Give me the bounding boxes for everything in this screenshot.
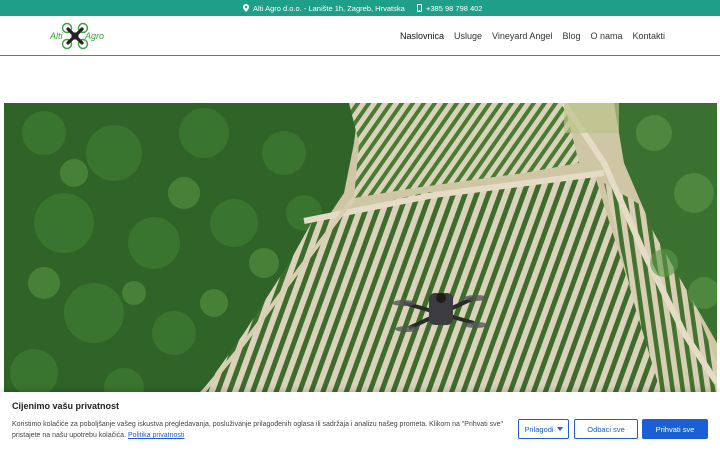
site-logo[interactable]: Alti Agro [48, 19, 108, 53]
reject-all-button[interactable]: Odbaci sve [574, 419, 638, 439]
cookie-consent-banner: Cijenimo vašu privatnost Koristimo kolač… [0, 392, 720, 450]
site-header: Alti Agro Naslovnica Usluge Vineyard Ang… [0, 16, 720, 56]
top-contact-bar: Alti Agro d.o.o. - Lanište 1h, Zagreb, H… [0, 0, 720, 16]
caret-down-icon [556, 427, 563, 431]
nav-item-blog[interactable]: Blog [562, 31, 580, 41]
map-pin-icon [243, 4, 249, 12]
mobile-phone-icon [417, 4, 422, 12]
nav-item-usluge[interactable]: Usluge [454, 31, 482, 41]
accept-all-button[interactable]: Prihvati sve [642, 419, 708, 439]
customize-label: Prilagodi [524, 424, 554, 434]
nav-item-o-nama[interactable]: O nama [590, 31, 622, 41]
logo-right-text: Agro [85, 31, 105, 41]
cookie-title: Cijenimo vašu privatnost [12, 401, 120, 411]
main-nav: Naslovnica Usluge Vineyard Angel Blog O … [400, 16, 665, 56]
cookie-text-body: Koristimo kolačiće za poboljšanje vašeg … [12, 421, 503, 439]
address-item: Alti Agro d.o.o. - Lanište 1h, Zagreb, H… [243, 0, 405, 16]
customize-button[interactable]: Prilagodi [518, 419, 569, 439]
hero-image [4, 103, 717, 403]
vineyard-aerial-photo [4, 103, 717, 403]
nav-item-kontakti[interactable]: Kontakti [632, 31, 665, 41]
phone-text[interactable]: +385 98 798 402 [426, 4, 483, 13]
privacy-policy-link[interactable]: Politika privatnosti [128, 432, 184, 439]
nav-item-vineyard-angel[interactable]: Vineyard Angel [492, 31, 552, 41]
cookie-text: Koristimo kolačiće za poboljšanje vašeg … [12, 419, 507, 441]
phone-item[interactable]: +385 98 798 402 [417, 0, 483, 16]
address-text: Alti Agro d.o.o. - Lanište 1h, Zagreb, H… [253, 3, 405, 13]
nav-item-naslovnica[interactable]: Naslovnica [400, 31, 444, 41]
